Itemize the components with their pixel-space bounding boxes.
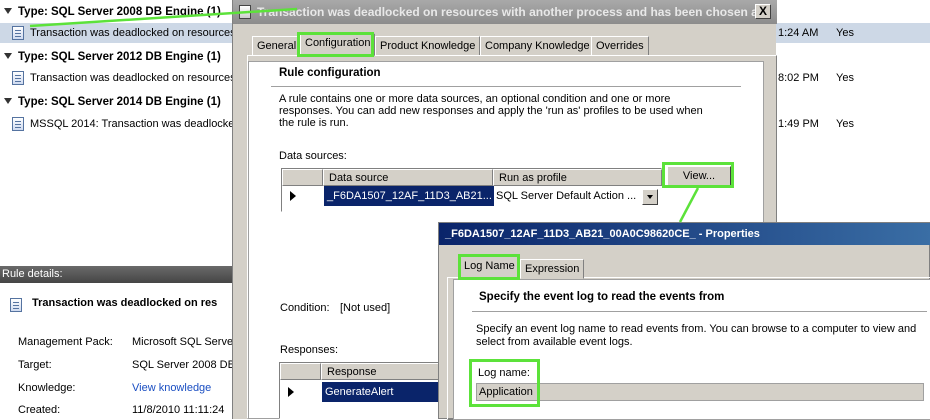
section-title: Rule configuration: [279, 67, 381, 79]
collapse-icon[interactable]: [4, 53, 12, 60]
section-divider: [271, 86, 741, 87]
column-header-run-as-profile[interactable]: Run as profile: [493, 169, 662, 186]
rule-icon: [239, 5, 251, 19]
data-source-properties-dialog: _F6DA1507_12AF_11D3_AB21_00A0C98620CE_ -…: [438, 222, 930, 420]
data-sources-grid: Data source Run as profile _F6DA1507_12A…: [281, 168, 662, 212]
data-source-cell[interactable]: _F6DA1507_12AF_11D3_AB21...: [324, 186, 494, 206]
log-name-field[interactable]: Application: [476, 383, 924, 401]
condition-value: [Not used]: [340, 302, 391, 314]
collapse-icon[interactable]: [4, 98, 12, 105]
view-knowledge-link[interactable]: View knowledge: [132, 382, 211, 394]
tab-log-name[interactable]: Log Name: [459, 256, 520, 278]
condition-label: Condition:: [280, 302, 330, 314]
props-description: Specify an event log name to read events…: [476, 323, 917, 348]
current-row-icon: [288, 387, 294, 397]
data-sources-label: Data sources:: [279, 150, 347, 162]
details-label-management-pack: Management Pack:: [18, 336, 113, 348]
close-button[interactable]: X: [755, 4, 771, 19]
rule-icon: [12, 117, 24, 131]
details-label-created: Created:: [18, 404, 61, 416]
responses-grid: Response GenerateAlert: [279, 362, 442, 419]
details-title: Transaction was deadlocked on res: [32, 297, 218, 309]
dialog-titlebar[interactable]: Transaction was deadlocked on resources …: [233, 0, 777, 24]
rule-icon: [12, 26, 24, 40]
properties-titlebar[interactable]: _F6DA1507_12AF_11D3_AB21_00A0C98620CE_ -…: [439, 223, 930, 245]
row-header-column: [282, 169, 323, 186]
log-name-panel: Specify the event log to read the events…: [453, 279, 930, 420]
view-button[interactable]: View...: [667, 166, 731, 186]
collapse-icon[interactable]: [4, 8, 12, 15]
group-header-2014[interactable]: Type: SQL Server 2014 DB Engine (1): [0, 92, 221, 112]
tab-product-knowledge[interactable]: Product Knowledge: [375, 36, 481, 56]
group-header-2012[interactable]: Type: SQL Server 2012 DB Engine (1): [0, 47, 221, 67]
rule-details-pane: Transaction was deadlocked on res Manage…: [0, 283, 240, 419]
rule-icon: [12, 71, 24, 85]
response-cell[interactable]: GenerateAlert: [322, 382, 442, 402]
tab-company-knowledge[interactable]: Company Knowledge: [480, 36, 595, 56]
props-divider: [472, 311, 927, 312]
column-header-response[interactable]: Response: [321, 363, 441, 380]
details-value-created: 11/8/2010 11:11:24: [132, 404, 225, 416]
tab-general[interactable]: General: [252, 36, 302, 56]
group-header-2008[interactable]: Type: SQL Server 2008 DB Engine (1): [0, 2, 221, 22]
log-name-label: Log name:: [478, 367, 530, 379]
details-label-target: Target:: [18, 359, 52, 371]
dialog-title: Transaction was deadlocked on resources …: [257, 5, 768, 19]
chevron-down-icon[interactable]: [642, 189, 658, 205]
details-value-target: SQL Server 2008 DB: [132, 359, 235, 371]
column-header-data-source[interactable]: Data source: [323, 169, 493, 186]
responses-label: Responses:: [280, 344, 339, 356]
rule-icon: [10, 298, 22, 312]
current-row-icon: [290, 191, 296, 201]
tab-configuration[interactable]: Configuration: [300, 33, 376, 56]
tab-expression[interactable]: Expression: [520, 259, 585, 279]
run-as-profile-cell[interactable]: SQL Server Default Action ...: [496, 186, 636, 206]
tab-overrides[interactable]: Overrides: [591, 36, 649, 56]
row-header-column: [280, 363, 321, 380]
details-value-management-pack: Microsoft SQL Server: [132, 336, 237, 348]
rule-description: A rule contains one or more data sources…: [279, 93, 703, 129]
props-section-title: Specify the event log to read the events…: [479, 291, 725, 303]
rule-details-header: Rule details:: [0, 266, 240, 283]
details-label-knowledge: Knowledge:: [18, 382, 76, 394]
